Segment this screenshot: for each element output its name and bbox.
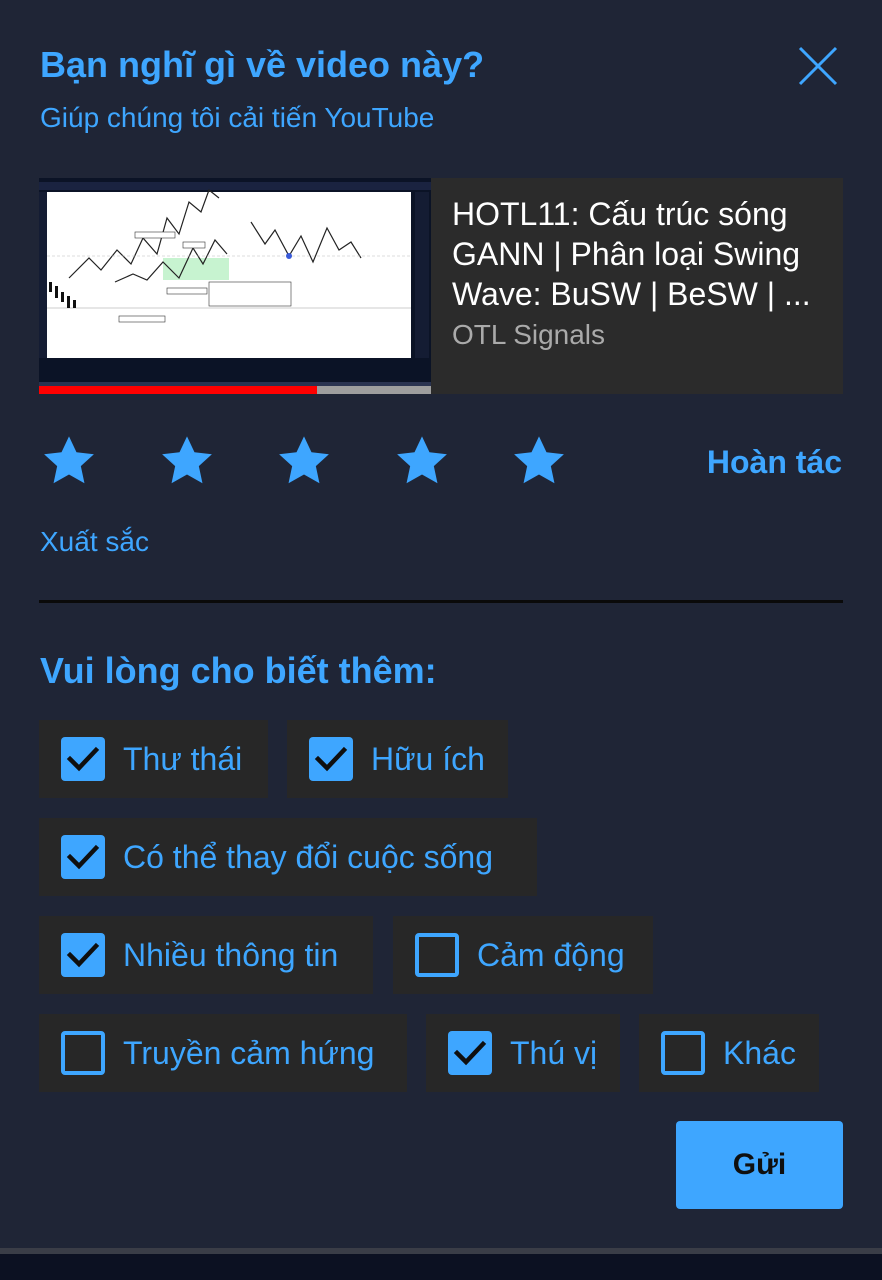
- option-label: Truyền cảm hứng: [123, 1035, 375, 1071]
- close-icon: [798, 46, 838, 86]
- undo-button[interactable]: Hoàn tác: [707, 444, 842, 481]
- dialog-subtitle: Giúp chúng tôi cải tiến YouTube: [40, 102, 435, 133]
- checkmark-icon: [66, 942, 100, 968]
- star-icon: [514, 436, 564, 484]
- option-chip[interactable]: Thú vị: [426, 1014, 620, 1092]
- option-label: Cảm động: [477, 937, 625, 973]
- checkbox-checked[interactable]: [61, 737, 105, 781]
- option-label: Khác: [723, 1035, 796, 1071]
- checkbox-unchecked[interactable]: [661, 1031, 705, 1075]
- option-chip[interactable]: Khác: [639, 1014, 819, 1092]
- video-card[interactable]: HOTL11: Cấu trúc sóng GANN | Phân loại S…: [39, 178, 843, 394]
- dialog-bottom-edge: [0, 1248, 882, 1254]
- video-title: HOTL11: Cấu trúc sóng GANN | Phân loại S…: [452, 196, 811, 312]
- feedback-dialog: Bạn nghĩ gì về video này? Giúp chúng tôi…: [0, 0, 882, 1248]
- option-chip[interactable]: Hữu ích: [287, 720, 508, 798]
- checkbox-checked[interactable]: [448, 1031, 492, 1075]
- option-chip[interactable]: Nhiều thông tin: [39, 916, 373, 994]
- option-label: Thư thái: [123, 741, 243, 777]
- channel-name: OTL Signals: [452, 319, 606, 350]
- checkmark-icon: [66, 746, 100, 772]
- star-icon: [397, 436, 447, 484]
- checkmark-icon: [453, 1040, 487, 1066]
- option-label: Thú vị: [510, 1035, 598, 1071]
- more-feedback-title: Vui lòng cho biết thêm:: [40, 650, 437, 691]
- star-1-button[interactable]: [40, 432, 98, 490]
- option-chip[interactable]: Truyền cảm hứng: [39, 1014, 407, 1092]
- checkmark-icon: [66, 844, 100, 870]
- star-icon: [162, 436, 212, 484]
- checkbox-checked[interactable]: [61, 835, 105, 879]
- close-button[interactable]: [796, 44, 840, 88]
- option-label: Có thể thay đổi cuộc sống: [123, 839, 494, 875]
- submit-button[interactable]: Gửi: [676, 1121, 843, 1209]
- checkbox-unchecked[interactable]: [61, 1031, 105, 1075]
- star-icon: [44, 436, 94, 484]
- star-4-button[interactable]: [393, 432, 451, 490]
- option-label: Hữu ích: [371, 741, 485, 777]
- checkbox-unchecked[interactable]: [415, 933, 459, 977]
- checkbox-checked[interactable]: [61, 933, 105, 977]
- checkbox-checked[interactable]: [309, 737, 353, 781]
- watch-progress-fill: [39, 386, 318, 394]
- star-2-button[interactable]: [158, 432, 216, 490]
- video-thumbnail: [39, 178, 431, 394]
- star-5-button[interactable]: [510, 432, 568, 490]
- rating-label: Xuất sắc: [40, 526, 149, 557]
- divider: [39, 600, 843, 603]
- dialog-title: Bạn nghĩ gì về video này?: [40, 44, 485, 85]
- watch-progress-bar: [39, 386, 431, 394]
- option-label: Nhiều thông tin: [123, 937, 339, 973]
- option-chip[interactable]: Có thể thay đổi cuộc sống: [39, 818, 537, 896]
- background-video-strip: [0, 1248, 882, 1280]
- option-chip[interactable]: Cảm động: [393, 916, 653, 994]
- checkmark-icon: [314, 746, 348, 772]
- star-3-button[interactable]: [275, 432, 333, 490]
- option-chip[interactable]: Thư thái: [39, 720, 268, 798]
- star-icon: [279, 436, 329, 484]
